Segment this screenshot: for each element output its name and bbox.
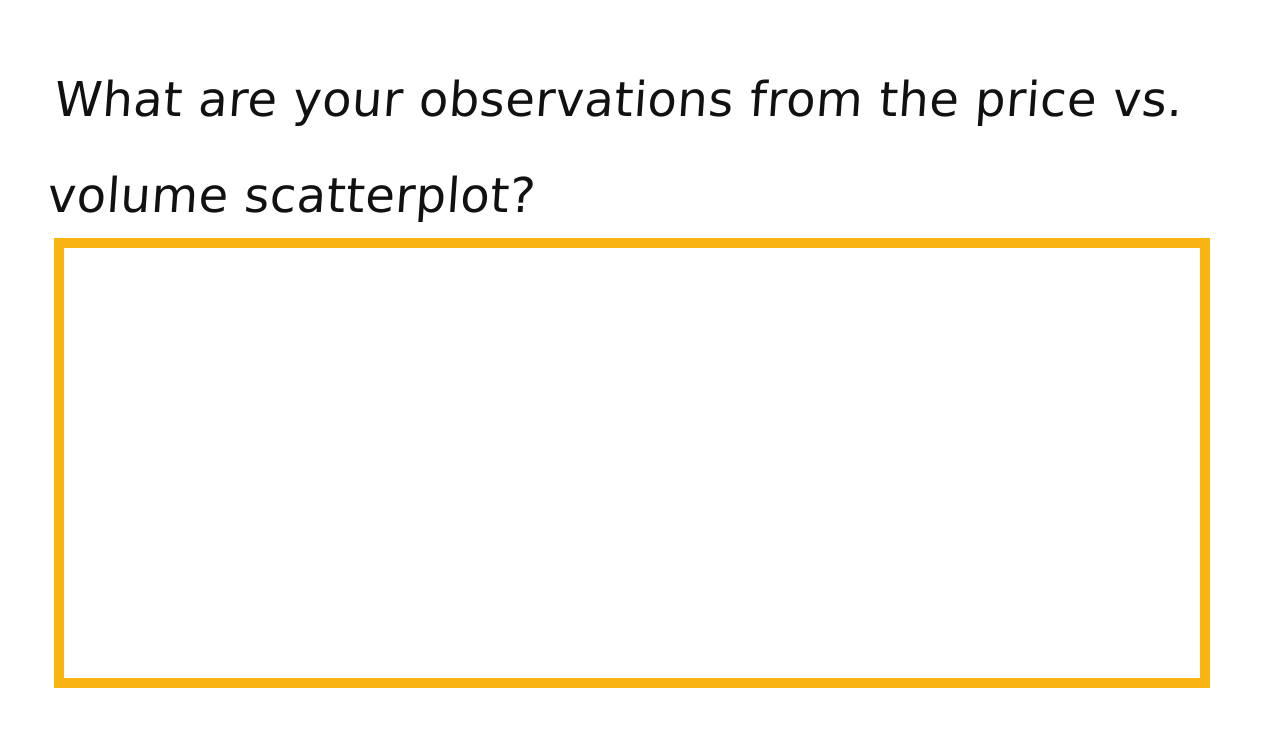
question-line-1: What are your observations from the pric… [52, 72, 1186, 128]
answer-input[interactable] [64, 248, 1200, 678]
question-line-2: volume scatterplot? [45, 168, 538, 224]
answer-box[interactable] [54, 238, 1210, 688]
question-prompt: What are your observations from the pric… [45, 52, 1186, 244]
